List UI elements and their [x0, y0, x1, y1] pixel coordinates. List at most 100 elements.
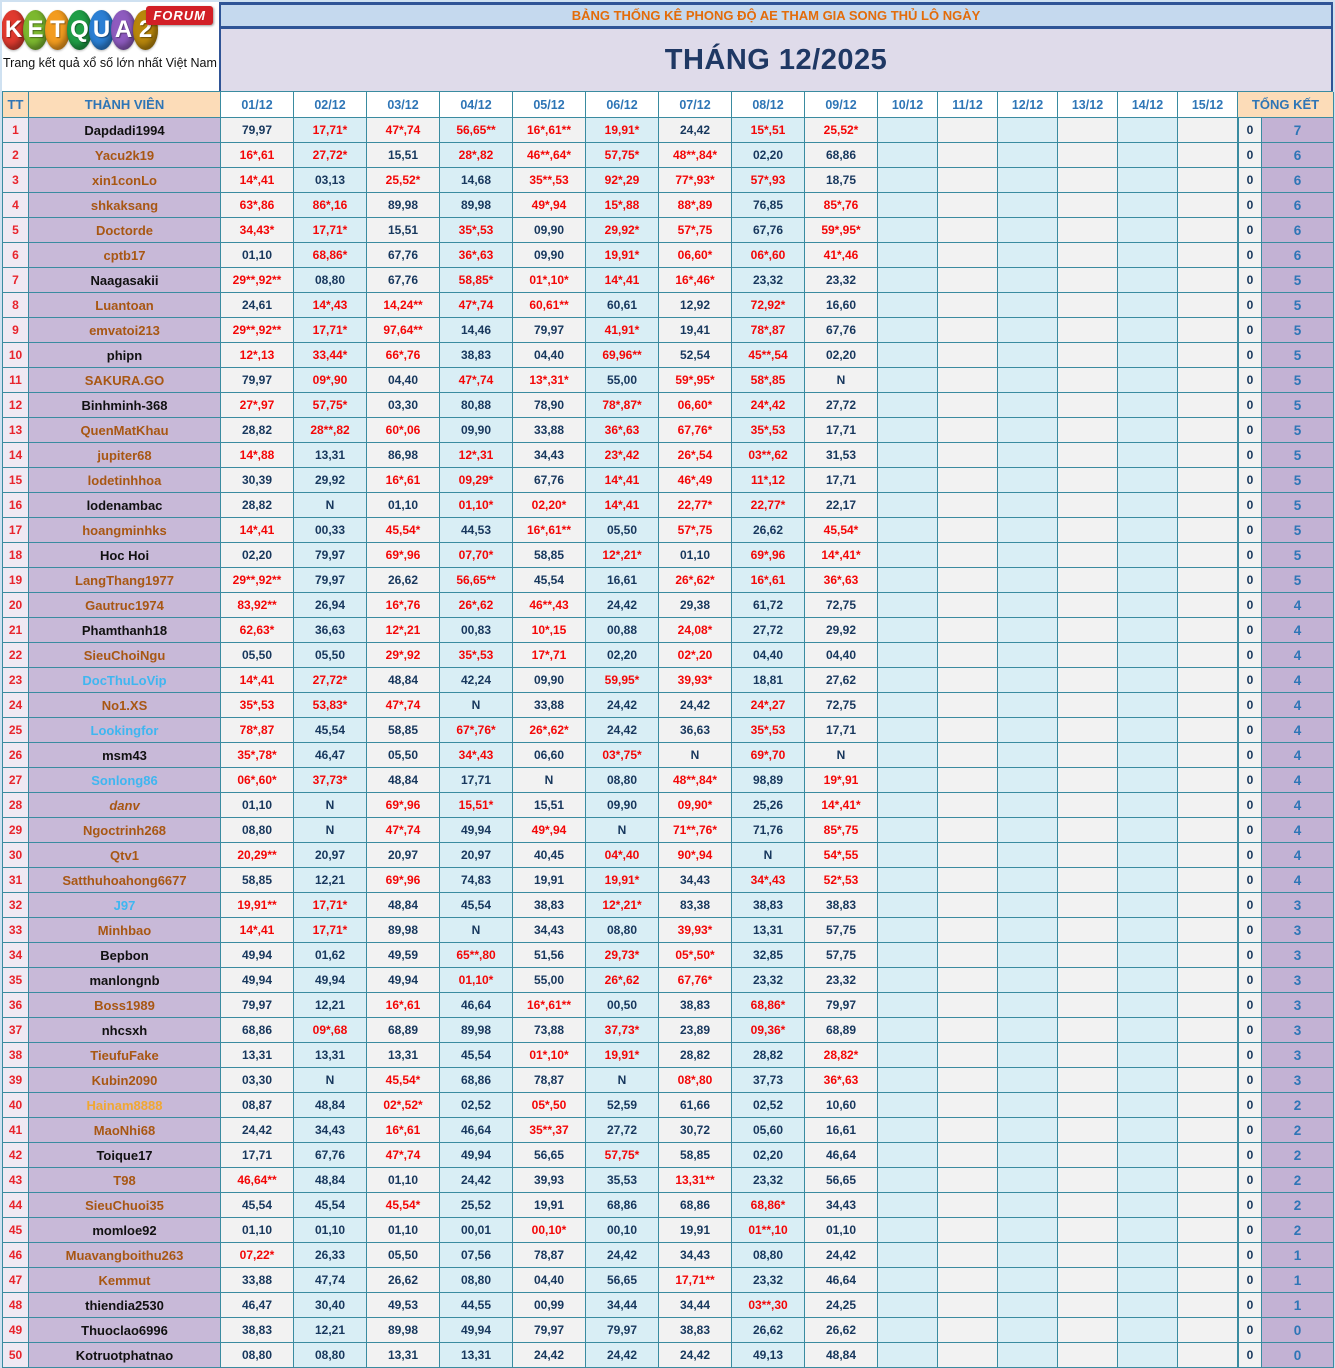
value-cell: 29,73*	[586, 943, 659, 968]
value-cell: 13*,31*	[513, 368, 586, 393]
empty-cell	[1118, 1043, 1178, 1068]
member-link[interactable]: lodetinhhoa	[29, 468, 221, 493]
zero-cell: 0	[1237, 1193, 1262, 1218]
member-link[interactable]: Bepbon	[29, 943, 221, 968]
member-link[interactable]: Qtv1	[29, 843, 221, 868]
member-link[interactable]: Gautruc1974	[29, 593, 221, 618]
total-cell: 5	[1262, 418, 1334, 443]
member-link[interactable]: Sonlong86	[29, 768, 221, 793]
value-cell: 04,40	[732, 643, 805, 668]
member-link[interactable]: DocThuLoVip	[29, 668, 221, 693]
empty-cell	[1118, 243, 1178, 268]
total-cell: 5	[1262, 493, 1334, 518]
member-link[interactable]: Luantoan	[29, 293, 221, 318]
member-row: 4 shkaksang 63*,86 86*,16 89,98 89,98 49*,94 15…	[3, 193, 1334, 218]
member-link[interactable]: Naagasakii	[29, 268, 221, 293]
rank-cell: 40	[3, 1093, 29, 1118]
empty-cell	[1178, 293, 1238, 318]
empty-cell	[1178, 493, 1238, 518]
member-row: 8 Luantoan 24,61 14*,43 14,24** 47*,74 60,61**…	[3, 293, 1334, 318]
member-link[interactable]: SieuChuoi35	[29, 1193, 221, 1218]
member-link[interactable]: Minhbao	[29, 918, 221, 943]
member-link[interactable]: Hainam8888	[29, 1093, 221, 1118]
value-cell: 78,87	[513, 1243, 586, 1268]
member-link[interactable]: Kotruotphatnao	[29, 1343, 221, 1368]
empty-cell	[1118, 968, 1178, 993]
empty-cell	[1058, 968, 1118, 993]
member-link[interactable]: danv	[29, 793, 221, 818]
zero-cell: 0	[1237, 793, 1262, 818]
value-cell: 01,10	[221, 793, 294, 818]
value-cell: 26,62	[367, 1268, 440, 1293]
member-link[interactable]: thiendia2530	[29, 1293, 221, 1318]
empty-cell	[938, 843, 998, 868]
member-link[interactable]: MaoNhi68	[29, 1118, 221, 1143]
value-cell: 62,63*	[221, 618, 294, 643]
member-link[interactable]: Kubin2090	[29, 1068, 221, 1093]
member-link[interactable]: LangThang1977	[29, 568, 221, 593]
value-cell: 44,55	[440, 1293, 513, 1318]
empty-cell	[878, 268, 938, 293]
empty-cell	[998, 1343, 1058, 1368]
empty-cell	[1058, 518, 1118, 543]
member-link[interactable]: J97	[29, 893, 221, 918]
member-link[interactable]: Boss1989	[29, 993, 221, 1018]
member-link[interactable]: xin1conLo	[29, 168, 221, 193]
member-link[interactable]: Thuoclao6996	[29, 1318, 221, 1343]
total-cell: 2	[1262, 1218, 1334, 1243]
value-cell: 18,75	[805, 168, 878, 193]
value-cell: 02,52	[732, 1093, 805, 1118]
member-link[interactable]: lodenambac	[29, 493, 221, 518]
empty-cell	[878, 868, 938, 893]
empty-cell	[1058, 268, 1118, 293]
member-link[interactable]: Satthuhoahong6677	[29, 868, 221, 893]
member-link[interactable]: Phamthanh18	[29, 618, 221, 643]
total-cell: 5	[1262, 343, 1334, 368]
value-cell: 04,40	[513, 343, 586, 368]
member-link[interactable]: QuenMatKhau	[29, 418, 221, 443]
member-link[interactable]: shkaksang	[29, 193, 221, 218]
value-cell: 01,62	[294, 943, 367, 968]
value-cell: 49,94	[221, 943, 294, 968]
member-link[interactable]: manlongnb	[29, 968, 221, 993]
member-link[interactable]: No1.XS	[29, 693, 221, 718]
value-cell: 09,90	[586, 793, 659, 818]
empty-cell	[1058, 318, 1118, 343]
member-link[interactable]: Hoc Hoi	[29, 543, 221, 568]
value-cell: 57*,75	[659, 518, 732, 543]
value-cell: 17,71*	[294, 318, 367, 343]
member-link[interactable]: TieufuFake	[29, 1043, 221, 1068]
member-link[interactable]: Binhminh-368	[29, 393, 221, 418]
value-cell: 80,88	[440, 393, 513, 418]
member-link[interactable]: cptb17	[29, 243, 221, 268]
member-link[interactable]: Dapdadi1994	[29, 118, 221, 143]
empty-cell	[878, 1193, 938, 1218]
member-link[interactable]: SAKURA.GO	[29, 368, 221, 393]
member-link[interactable]: jupiter68	[29, 443, 221, 468]
forum-logo[interactable]: K E T Q U A 2 FORUM Trang kết quả xổ số lớn nhấ…	[2, 2, 221, 91]
member-link[interactable]: Muavangboithu263	[29, 1243, 221, 1268]
member-link[interactable]: Lookingfor	[29, 718, 221, 743]
member-link[interactable]: emvatoi213	[29, 318, 221, 343]
value-cell: 26,62	[732, 1318, 805, 1343]
member-link[interactable]: msm43	[29, 743, 221, 768]
member-link[interactable]: SieuChoiNgu	[29, 643, 221, 668]
empty-cell	[1118, 768, 1178, 793]
value-cell: 30,72	[659, 1118, 732, 1143]
zero-cell: 0	[1237, 243, 1262, 268]
value-cell: 14*,41	[221, 518, 294, 543]
member-link[interactable]: Toique17	[29, 1143, 221, 1168]
member-link[interactable]: phipn	[29, 343, 221, 368]
member-link[interactable]: hoangminhks	[29, 518, 221, 543]
empty-cell	[998, 268, 1058, 293]
member-link[interactable]: Ngoctrinh268	[29, 818, 221, 843]
rank-cell: 27	[3, 768, 29, 793]
member-link[interactable]: Doctorde	[29, 218, 221, 243]
member-link[interactable]: T98	[29, 1168, 221, 1193]
value-cell: 57,75*	[586, 1143, 659, 1168]
member-link[interactable]: Kemmut	[29, 1268, 221, 1293]
empty-cell	[1118, 1293, 1178, 1318]
member-link[interactable]: nhcsxh	[29, 1018, 221, 1043]
member-link[interactable]: momloe92	[29, 1218, 221, 1243]
member-link[interactable]: Yacu2k19	[29, 143, 221, 168]
